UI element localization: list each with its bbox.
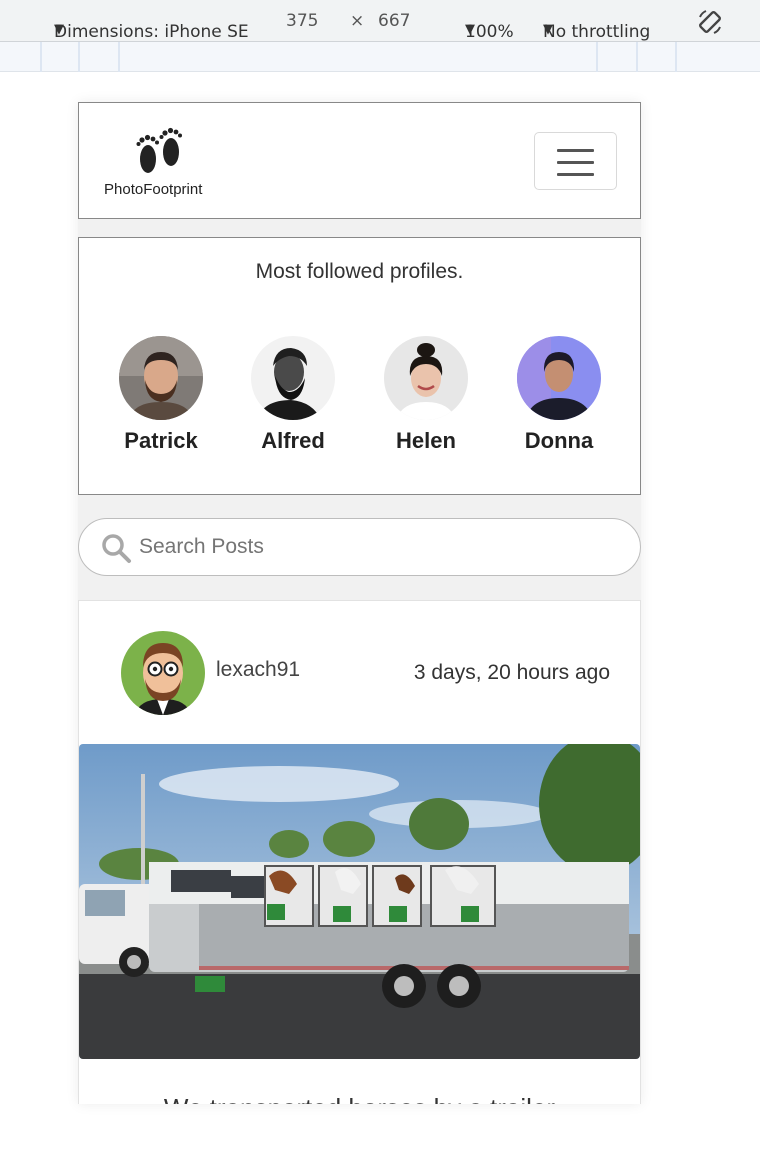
search-bar[interactable] <box>78 518 641 576</box>
post-timestamp: 3 days, 20 hours ago <box>413 661 610 684</box>
mobile-viewport: PhotoFootprint Most followed profiles. P… <box>78 102 641 1104</box>
zoom-caret-icon: ▼ <box>465 22 475 37</box>
profiles-heading: Most followed profiles. <box>255 260 464 283</box>
post-card: lexach91 3 days, 20 hours ago <box>78 600 641 1104</box>
profile-card-helen[interactable]: Helen <box>371 336 481 454</box>
devtools-toolbar: Dimensions: iPhone SE ▼ 375 × 667 100% ▼… <box>0 0 760 42</box>
most-followed-profiles: Most followed profiles. Patrick Alfred H… <box>78 237 641 495</box>
profile-name[interactable]: Donna <box>504 428 614 454</box>
throttling-label: No throttling <box>543 22 651 42</box>
avatar[interactable] <box>251 336 335 420</box>
device-caret-icon: ▼ <box>54 22 64 37</box>
profile-name[interactable]: Alfred <box>238 428 348 454</box>
post-image[interactable] <box>79 744 640 1059</box>
height-field[interactable]: 667 <box>378 11 410 31</box>
profile-card-donna[interactable]: Donna <box>504 336 614 454</box>
post-title[interactable]: We transported horses by a trailer <box>79 1093 640 1104</box>
avatar[interactable] <box>119 336 203 420</box>
search-input[interactable] <box>139 529 619 565</box>
profile-name[interactable]: Patrick <box>106 428 216 454</box>
navbar: PhotoFootprint <box>78 102 641 219</box>
device-label: Dimensions: iPhone SE <box>54 22 249 42</box>
media-query-ruler <box>0 42 760 72</box>
hamburger-menu-icon <box>557 149 594 152</box>
throttling-caret-icon: ▼ <box>543 22 553 37</box>
post-username[interactable]: lexach91 <box>216 658 300 682</box>
avatar[interactable] <box>517 336 601 420</box>
times-symbol: × <box>350 11 365 31</box>
footprints-icon[interactable] <box>133 125 189 181</box>
width-field[interactable]: 375 <box>286 11 318 31</box>
menu-toggle-button[interactable] <box>534 132 617 190</box>
profile-name[interactable]: Helen <box>371 428 481 454</box>
brand-name[interactable]: PhotoFootprint <box>104 181 202 198</box>
search-icon <box>102 534 131 563</box>
profile-card-alfred[interactable]: Alfred <box>238 336 348 454</box>
rotate-icon[interactable] <box>696 8 724 36</box>
profile-card-patrick[interactable]: Patrick <box>106 336 216 454</box>
avatar[interactable] <box>384 336 468 420</box>
post-author-avatar[interactable] <box>121 631 205 715</box>
